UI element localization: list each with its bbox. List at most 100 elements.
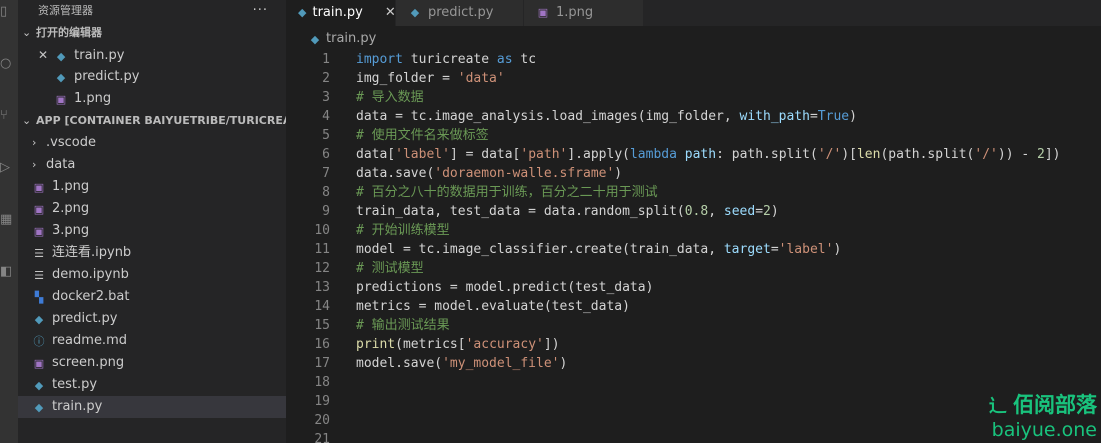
files-icon[interactable]: ▯	[0, 4, 14, 20]
line-number: 17	[314, 356, 330, 371]
code-text: metrics = model.evaluate(test_data)	[356, 299, 630, 314]
file-item[interactable]: ◆ test.py	[18, 374, 286, 396]
code-line[interactable]: 21	[286, 430, 1101, 443]
code-text: data.save('doraemon-walle.sframe')	[356, 166, 623, 181]
code-line[interactable]: 16 print(metrics['accuracy'])	[286, 335, 1101, 354]
run-icon[interactable]: ▷	[0, 160, 14, 176]
code-line[interactable]: 19	[286, 392, 1101, 411]
breadcrumb-label: train.py	[326, 31, 377, 46]
code-text: print(metrics['accuracy'])	[356, 337, 560, 352]
chevron-right-icon: ›	[32, 136, 37, 149]
tab-label: train.py	[312, 5, 363, 20]
code-line[interactable]: 3 # 导入数据	[286, 88, 1101, 107]
close-icon[interactable]: ✕	[36, 44, 50, 66]
extensions-icon[interactable]: ▦	[0, 212, 14, 228]
code-line[interactable]: 15 # 输出测试结果	[286, 316, 1101, 335]
tab-1-png[interactable]: ▣ 1.png	[524, 0, 644, 26]
line-number: 14	[314, 299, 330, 314]
code-text: img_folder = 'data'	[356, 71, 505, 86]
code-line[interactable]: 5 # 使用文件名来做标签	[286, 126, 1101, 145]
line-number: 8	[322, 185, 330, 200]
line-number: 3	[322, 90, 330, 105]
more-actions-icon[interactable]: ···	[253, 0, 268, 22]
code-editor[interactable]: 1 import turicreate as tc 2 img_folder = 'd…	[286, 50, 1101, 443]
image-icon: ▣	[33, 203, 45, 216]
python-icon: ◆	[34, 313, 44, 326]
file-label: 1.png	[52, 179, 90, 194]
line-number: 4	[322, 109, 330, 124]
tab-label: predict.py	[428, 5, 494, 20]
folder-item[interactable]: › data	[18, 154, 286, 176]
code-line[interactable]: 17 model.save('my_model_file')	[286, 354, 1101, 373]
code-text: # 输出测试结果	[356, 318, 450, 333]
line-number: 6	[322, 147, 330, 162]
code-text: model.save('my_model_file')	[356, 356, 568, 371]
open-editor-item[interactable]: ▣ 1.png	[18, 88, 286, 110]
file-item[interactable]: ☰ 连连看.ipynb	[18, 242, 286, 264]
file-label: train.py	[52, 399, 103, 414]
file-item[interactable]: ☰ demo.ipynb	[18, 264, 286, 286]
file-item[interactable]: ▣ screen.png	[18, 352, 286, 374]
line-number: 19	[314, 394, 330, 409]
line-number: 18	[314, 375, 330, 390]
python-icon: ◆	[298, 6, 307, 19]
code-line[interactable]: 1 import turicreate as tc	[286, 50, 1101, 69]
file-label: test.py	[52, 377, 98, 392]
code-line[interactable]: 13 predictions = model.predict(test_data)	[286, 278, 1101, 297]
folder-item[interactable]: › .vscode	[18, 132, 286, 154]
code-line[interactable]: 12 # 测试模型	[286, 259, 1101, 278]
tab-predict-py[interactable]: ◆ predict.py	[396, 0, 524, 26]
file-label: demo.ipynb	[52, 267, 129, 282]
line-number: 1	[322, 52, 330, 67]
code-text: predictions = model.predict(test_data)	[356, 280, 654, 295]
source-control-icon[interactable]: ⑂	[0, 108, 14, 124]
file-item[interactable]: ▣ 2.png	[18, 198, 286, 220]
open-editors-header[interactable]: ⌄ 打开的编辑器	[18, 22, 286, 44]
code-line[interactable]: 10 # 开始训练模型	[286, 221, 1101, 240]
explorer-title-label: 资源管理器	[38, 4, 93, 17]
line-number: 16	[314, 337, 330, 352]
file-item[interactable]: ▣ 1.png	[18, 176, 286, 198]
watermark-logo-text: 佰阅部落	[1013, 393, 1097, 417]
code-line[interactable]: 18	[286, 373, 1101, 392]
file-item[interactable]: ▣ 3.png	[18, 220, 286, 242]
code-line[interactable]: 20	[286, 411, 1101, 430]
line-number: 5	[322, 128, 330, 143]
line-number: 13	[314, 280, 330, 295]
chevron-right-icon: ›	[32, 158, 37, 171]
open-editor-label: train.py	[74, 48, 125, 63]
explorer-title: 资源管理器 ···	[18, 0, 286, 22]
file-item[interactable]: ◆ predict.py	[18, 308, 286, 330]
activity-bar: ▯ ○ ⑂ ▷ ▦ ◧	[0, 0, 18, 443]
code-line[interactable]: 14 metrics = model.evaluate(test_data)	[286, 297, 1101, 316]
close-icon[interactable]: ✕	[385, 0, 396, 26]
code-text: train_data, test_data = data.random_spli…	[356, 204, 779, 219]
code-line[interactable]: 4 data = tc.image_analysis.load_images(im…	[286, 107, 1101, 126]
file-label: 连连看.ipynb	[52, 245, 132, 260]
code-line[interactable]: 11 model = tc.image_classifier.create(tra…	[286, 240, 1101, 259]
open-editor-item[interactable]: ✕ ◆ train.py	[18, 44, 286, 66]
file-item[interactable]: ⓘ readme.md	[18, 330, 286, 352]
tab-train-py[interactable]: ◆ train.py ✕	[286, 0, 396, 26]
file-item[interactable]: ▚ docker2.bat	[18, 286, 286, 308]
chevron-down-icon: ⌄	[22, 26, 32, 39]
workspace-header[interactable]: ⌄ APP [CONTAINER BAIYUETRIBE/TURICREATE .…	[18, 110, 286, 132]
code-line[interactable]: 7 data.save('doraemon-walle.sframe')	[286, 164, 1101, 183]
code-text: data['label'] = data['path'].apply(lambd…	[356, 147, 1061, 162]
breadcrumb[interactable]: ◆ train.py	[286, 26, 1101, 52]
code-line[interactable]: 8 # 百分之八十的数据用于训练，百分之二十用于测试	[286, 183, 1101, 202]
line-number: 21	[314, 432, 330, 443]
code-line[interactable]: 6 data['label'] = data['path'].apply(lamb…	[286, 145, 1101, 164]
folder-label: .vscode	[46, 135, 96, 150]
bat-icon: ▚	[34, 291, 44, 304]
file-item-selected[interactable]: ◆ train.py	[18, 396, 286, 418]
code-line[interactable]: 9 train_data, test_data = data.random_spl…	[286, 202, 1101, 221]
folder-label: data	[46, 157, 76, 172]
file-label: docker2.bat	[52, 289, 130, 304]
notebook-icon: ☰	[34, 247, 44, 260]
code-text: model = tc.image_classifier.create(train…	[356, 242, 842, 257]
remote-icon[interactable]: ◧	[0, 264, 14, 280]
search-icon[interactable]: ○	[0, 56, 14, 72]
code-line[interactable]: 2 img_folder = 'data'	[286, 69, 1101, 88]
open-editor-item[interactable]: ◆ predict.py	[18, 66, 286, 88]
